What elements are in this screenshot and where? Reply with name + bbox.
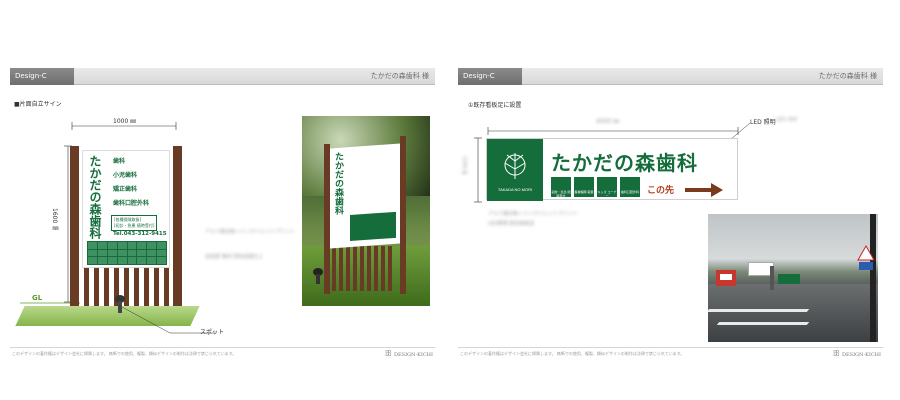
company-logo: ꕥ DESIGN-KICHI <box>385 349 433 359</box>
height-dimension-line <box>474 137 482 203</box>
footer-divider <box>458 347 883 348</box>
banner-next-text: この先 <box>647 186 675 196</box>
banner-sign: TAKADA NO MORI たかだの森歯科 初診・急患 随時受付 各種保険 取… <box>486 138 738 201</box>
sign-panel: たかだの森歯科 歯科 小児歯科 矯正歯科 歯科口腔外科 [各種保険取扱] [初診… <box>82 150 170 268</box>
tree-logo-icon: TAKADA NO MORI <box>498 153 532 192</box>
spot-label: スポット <box>200 329 225 336</box>
footer-note: このデザインの著作権はデザイン会社に帰属します。 無断での使用、複製、類似デザイ… <box>460 351 685 356</box>
banner-icon: キッズ コーナー <box>597 177 617 198</box>
service-item: 小児歯科 <box>113 172 138 179</box>
logo-icon: ꕥ <box>384 349 392 358</box>
company-logo: ꕥ DESIGN-KICHI <box>833 349 881 359</box>
banner-title: たかだの森歯科 <box>551 151 698 175</box>
sign-render-photo: たかだの森歯科 <box>302 116 430 306</box>
height-dimension: 1600 ㎜ <box>51 208 58 232</box>
spec-text-1: アルミ複合板＋インクジェットプリント <box>488 211 578 217</box>
design-tag: Design-C <box>458 68 522 85</box>
led-spec: LED-300 <box>776 117 798 123</box>
service-item: 歯科口腔外科 <box>113 200 150 207</box>
banner-icon: 各種保険 取扱 <box>574 177 594 197</box>
banner-icons: 初診・急患 随時受付 各種保険 取扱 キッズ コーナー 歯科口腔外科 <box>551 177 640 198</box>
service-item: 矯正歯科 <box>113 186 138 193</box>
hours-table <box>87 241 167 265</box>
footer-divider <box>10 347 435 348</box>
width-dimension: 1000 ㎜ <box>113 118 137 125</box>
logo-text: DESIGN-KICHI <box>842 352 881 358</box>
right-design-sheet: Design-C たかだの森歯科 様 ①既存看板足に設置 4000 ㎜ 1200… <box>458 68 883 358</box>
banner-logo-block: TAKADA NO MORI <box>487 139 543 201</box>
led-label: LED 照明 <box>750 119 776 126</box>
spec-text-2: LED照明 既存看板足 <box>488 221 535 227</box>
client-name: たかだの森歯科 様 <box>370 72 429 80</box>
street-photo <box>708 214 878 342</box>
road-sign-icon <box>857 244 875 270</box>
width-dimension: 4000 ㎜ <box>596 118 620 125</box>
hours-box: [各種保険取扱] [初診・急患 随時受付] <box>111 215 158 231</box>
design-tag: Design-C <box>10 68 74 85</box>
sheet-header: Design-C たかだの森歯科 様 <box>458 68 883 85</box>
banner-icon: 初診・急患 随時受付 <box>551 177 571 198</box>
height-dimension: 1200 ㎜ <box>461 156 467 176</box>
services-list: 歯科 小児歯科 矯正歯科 歯科口腔外科 <box>113 155 149 211</box>
client-name: たかだの森歯科 様 <box>818 72 877 80</box>
banner-icon: 歯科口腔外科 <box>620 177 640 197</box>
section-title: ①既存看板足に設置 <box>468 102 522 109</box>
logo-icon: ꕥ <box>832 349 840 358</box>
sheet-header: Design-C たかだの森歯科 様 <box>10 68 435 85</box>
section-title: ■片面自立サイン <box>14 101 62 108</box>
right-arrow-icon <box>685 183 723 197</box>
footer-note: このデザインの著作権はデザイン会社に帰属します。 無断での使用、複製、類似デザイ… <box>12 351 237 356</box>
service-item: 歯科 <box>113 158 126 165</box>
svg-text:TAKADA NO MORI: TAKADA NO MORI <box>498 187 532 192</box>
left-design-sheet: Design-C たかだの森歯科 様 ■片面自立サイン 1000 ㎜ 1600 … <box>10 68 435 358</box>
spec-text-2: 支柱部 角材 茶色塗装仕上 <box>205 254 264 260</box>
spec-text-1: アルミ複合板＋インクジェットプリント <box>205 229 295 235</box>
phone-number: Tel.043-312-9415 <box>113 231 167 237</box>
render-sign-title: たかだの森歯科 <box>333 151 343 216</box>
logo-text: DESIGN-KICHI <box>394 352 433 358</box>
